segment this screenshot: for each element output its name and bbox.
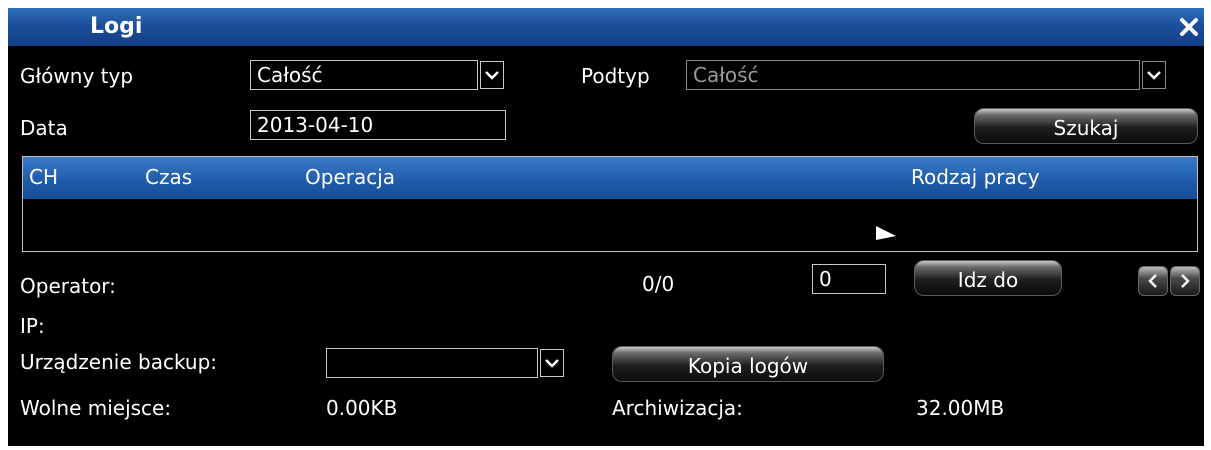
chevron-right-icon (1181, 274, 1190, 288)
ip-label: IP: (20, 314, 45, 338)
log-table[interactable]: CH Czas Operacja Rodzaj pracy (22, 156, 1198, 252)
column-header-time: Czas (145, 165, 193, 189)
chevron-left-icon (1148, 274, 1157, 288)
free-space-label: Wolne miejsce: (20, 396, 172, 420)
column-header-ch: CH (29, 165, 59, 189)
chevron-down-icon (1147, 71, 1161, 80)
date-input[interactable]: 2013-04-10 (250, 110, 506, 140)
copy-logs-button[interactable]: Kopia logów (612, 346, 884, 382)
subtype-label: Podtyp (581, 64, 650, 88)
main-type-label: Główny typ (20, 64, 134, 88)
column-header-operation: Operacja (305, 165, 396, 189)
backup-device-select[interactable] (326, 348, 538, 378)
window-title: Logi (90, 14, 143, 39)
subtype-select[interactable]: Całość (686, 60, 1140, 90)
main-type-select[interactable]: Całość (250, 60, 478, 90)
previous-page-button[interactable] (1138, 266, 1168, 296)
page-number-input[interactable]: 0 (812, 264, 886, 294)
page-count: 0/0 (642, 272, 675, 296)
archive-label: Archiwizacja: (612, 396, 743, 420)
search-button[interactable]: Szukaj (974, 108, 1198, 144)
chevron-down-icon (485, 71, 499, 80)
main-type-dropdown-button[interactable] (480, 61, 504, 89)
table-header: CH Czas Operacja Rodzaj pracy (23, 157, 1197, 199)
chevron-down-icon (545, 359, 559, 368)
logs-window: Logi Główny typ Całość Podtyp Całość Dat… (8, 8, 1204, 446)
next-page-button[interactable] (1170, 266, 1200, 296)
subtype-dropdown-button[interactable] (1142, 61, 1166, 89)
title-bar: Logi (8, 8, 1204, 46)
archive-value: 32.00MB (916, 396, 1005, 420)
date-label: Data (20, 116, 68, 140)
backup-device-dropdown-button[interactable] (540, 349, 564, 377)
backup-device-label: Urządzenie backup: (20, 350, 218, 374)
column-header-work-type: Rodzaj pracy (911, 165, 1040, 189)
close-icon[interactable] (1178, 16, 1200, 38)
free-space-value: 0.00KB (326, 396, 398, 420)
operator-label: Operator: (20, 274, 116, 298)
goto-page-button[interactable]: Idz do (914, 260, 1062, 296)
mouse-cursor-icon (876, 226, 896, 240)
